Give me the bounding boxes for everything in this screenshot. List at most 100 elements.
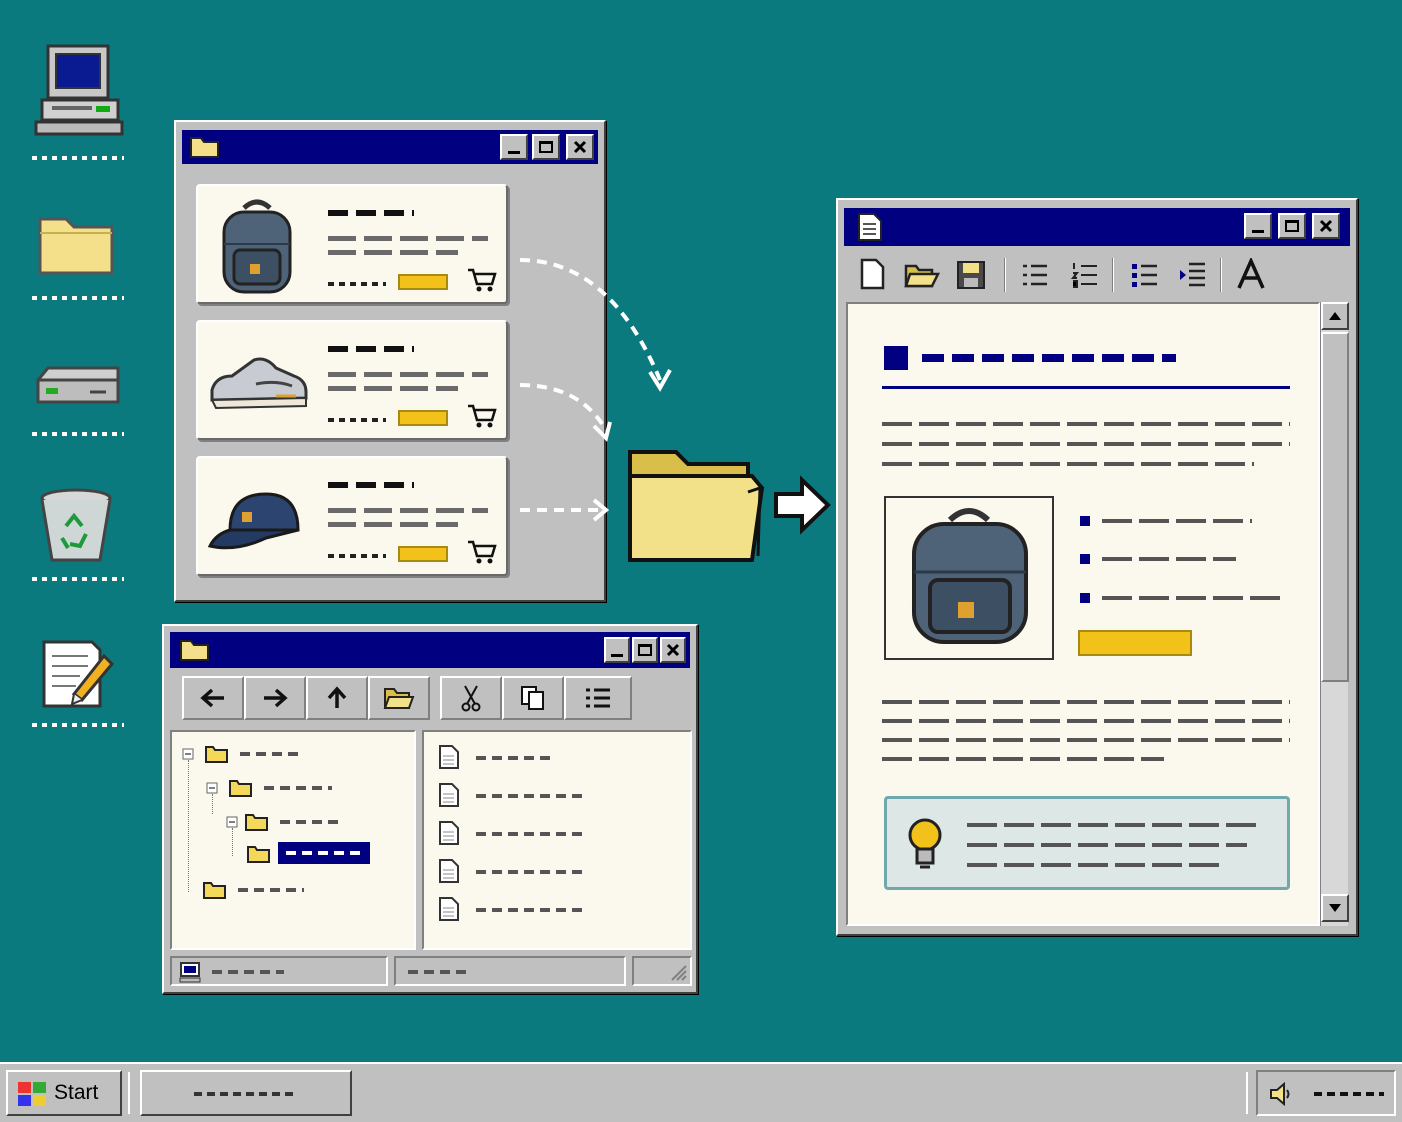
spec-line: [1102, 519, 1252, 523]
tree-item[interactable]: [226, 812, 386, 834]
arrow-right-icon: [264, 688, 288, 708]
product-card-cap[interactable]: [196, 456, 508, 576]
list-icon[interactable]: [1020, 260, 1050, 290]
open-button[interactable]: [368, 676, 430, 720]
add-to-cart-button[interactable]: [398, 410, 448, 426]
taskbar: Start: [0, 1062, 1402, 1122]
collapse-icon[interactable]: [206, 782, 218, 794]
tree-item[interactable]: [202, 880, 342, 902]
copy-icon: [521, 686, 544, 710]
product-desc-placeholder: [328, 386, 458, 391]
explorer-toolbar: [174, 674, 690, 724]
paragraph-line: [882, 422, 1290, 426]
product-desc-placeholder: [328, 236, 488, 241]
collapse-icon[interactable]: [182, 748, 194, 760]
close-button[interactable]: [660, 637, 686, 663]
product-card-sneaker[interactable]: [196, 320, 508, 440]
tip-box: [884, 796, 1290, 890]
product-title-placeholder: [328, 346, 414, 352]
collapse-icon[interactable]: [226, 816, 238, 828]
backpack-icon: [912, 508, 1028, 644]
bullet-list-icon[interactable]: [1130, 260, 1160, 290]
computer-icon: [179, 962, 201, 983]
up-button[interactable]: [306, 676, 368, 720]
heading-placeholder: [922, 354, 1176, 362]
close-button[interactable]: [1312, 213, 1340, 239]
cart-icon[interactable]: [466, 402, 498, 430]
close-button[interactable]: [566, 134, 594, 160]
taskbar-window-button[interactable]: [140, 1070, 352, 1116]
spec-bullet: [1080, 516, 1090, 526]
maximize-button[interactable]: [632, 637, 658, 663]
font-icon[interactable]: [1236, 258, 1266, 292]
open-folder-icon[interactable]: [904, 260, 940, 290]
add-to-cart-button[interactable]: [398, 274, 448, 290]
buy-button[interactable]: [1078, 630, 1192, 656]
desktop-icon-my-computer[interactable]: [30, 40, 126, 165]
indent-icon[interactable]: [1178, 260, 1208, 290]
product-price-placeholder: [328, 282, 386, 286]
scroll-down-button[interactable]: [1321, 894, 1349, 922]
cut-button[interactable]: [440, 676, 502, 720]
spec-line: [1102, 596, 1280, 600]
tree-item-selected[interactable]: [246, 842, 376, 866]
explorer-titlebar[interactable]: [170, 632, 690, 668]
add-to-cart-button[interactable]: [398, 546, 448, 562]
arrow-right-icon: [774, 475, 831, 535]
cart-icon[interactable]: [466, 538, 498, 566]
resize-grip[interactable]: [632, 956, 692, 986]
product-desc-placeholder: [328, 522, 458, 527]
new-file-icon[interactable]: [858, 258, 886, 290]
file-item[interactable]: [438, 858, 638, 884]
back-button[interactable]: [182, 676, 244, 720]
product-title-placeholder: [328, 482, 414, 488]
paragraph-line: [882, 442, 1290, 446]
product-list-titlebar[interactable]: [182, 130, 598, 164]
file-item[interactable]: [438, 820, 638, 846]
file-list-pane: [422, 730, 692, 950]
cart-icon[interactable]: [466, 266, 498, 294]
system-tray: [1256, 1070, 1396, 1116]
lightbulb-icon: [908, 818, 942, 869]
product-card-backpack[interactable]: [196, 184, 508, 304]
tree-item[interactable]: [206, 778, 366, 800]
heading-underline: [882, 386, 1290, 389]
minimize-button[interactable]: [604, 637, 630, 663]
minimize-button[interactable]: [1244, 213, 1272, 239]
document-icon: [858, 213, 882, 241]
numbered-list-icon[interactable]: [1070, 260, 1100, 290]
start-button[interactable]: Start: [6, 1070, 122, 1116]
minimize-button[interactable]: [500, 134, 528, 160]
tip-line: [967, 823, 1261, 827]
forward-button[interactable]: [244, 676, 306, 720]
views-button[interactable]: [564, 676, 632, 720]
scroll-up-button[interactable]: [1321, 302, 1349, 330]
vertical-scrollbar[interactable]: [1320, 302, 1349, 926]
scroll-thumb[interactable]: [1321, 332, 1349, 682]
file-item[interactable]: [438, 896, 638, 922]
document-titlebar[interactable]: [844, 208, 1350, 246]
cap-icon: [207, 492, 300, 550]
desktop-icon-notepad[interactable]: [30, 636, 126, 732]
copy-button[interactable]: [502, 676, 564, 720]
close-icon: [666, 643, 680, 657]
tip-line: [967, 843, 1247, 847]
desktop-icon-recycle-bin[interactable]: [30, 486, 126, 586]
folder-tree-pane: [170, 730, 416, 950]
windows-logo-icon: [18, 1082, 46, 1106]
backpack-icon: [222, 199, 292, 294]
tree-item[interactable]: [182, 744, 342, 766]
maximize-button[interactable]: [532, 134, 560, 160]
tip-line: [967, 863, 1225, 867]
folder-icon: [38, 217, 114, 275]
save-icon[interactable]: [956, 260, 986, 290]
desktop-icon-drive[interactable]: [30, 360, 126, 442]
volume-icon[interactable]: [1268, 1082, 1294, 1106]
status-bar: [170, 956, 692, 988]
file-item[interactable]: [438, 782, 638, 808]
maximize-button[interactable]: [1278, 213, 1306, 239]
document-window: [836, 198, 1358, 936]
desktop-icon-folder[interactable]: [30, 205, 126, 305]
file-item[interactable]: [438, 744, 638, 770]
folder-icon: [190, 137, 219, 158]
